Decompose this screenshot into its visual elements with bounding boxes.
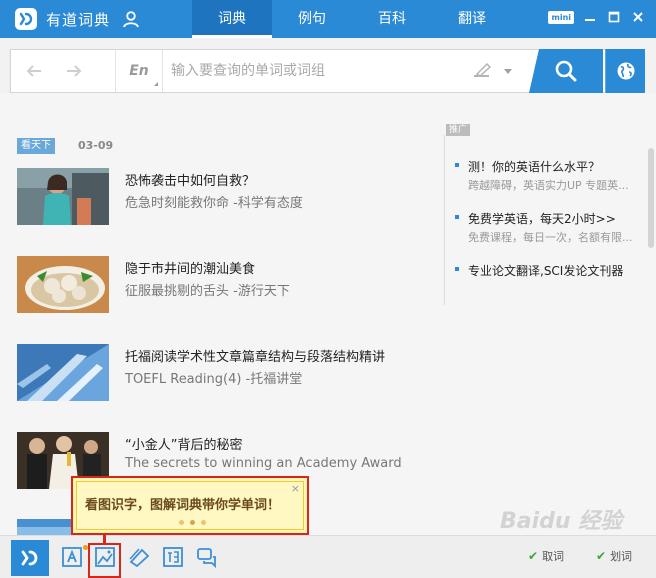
cards-icon (129, 548, 150, 568)
article-title: “小金人”背后的秘密 (125, 438, 243, 453)
popup-body: 看图识字，图解词典带你学单词！ × (76, 481, 304, 530)
bullet-icon (455, 215, 459, 219)
article-title: 恐怖袭击中如何自救？ (125, 174, 256, 189)
promo-title: 测！你的英语什么水平？ (468, 160, 601, 174)
pen-dropdown-caret-icon[interactable] (504, 69, 512, 74)
checkmark-icon: ✔ (528, 549, 539, 563)
column-divider (444, 135, 445, 305)
home-feed: 看天下 03-09 恐怖袭击中如何自救？ 危急时刻能救你命 -科学有态度 隐于市… (0, 93, 656, 535)
carousel-dot[interactable] (190, 520, 195, 525)
lookup-word-toggle[interactable]: ✔ 取词 (528, 548, 564, 564)
search-bar: En (10, 49, 645, 93)
bullet-icon (455, 267, 459, 271)
language-label: En (129, 63, 149, 79)
main-nav: 词典 例句 百科 翻译 (192, 0, 512, 38)
carousel-dot[interactable] (179, 520, 184, 525)
article-item[interactable]: 托福阅读学术性文章篇章结构与段落结构精讲 TOEFL Reading(4) -托… (17, 344, 437, 402)
bullet-icon (455, 163, 459, 167)
forward-arrow-icon[interactable] (65, 62, 83, 80)
promo-title: 专业论文翻译,SCI发论文刊器 (468, 264, 624, 278)
web-search-button[interactable] (605, 49, 645, 93)
article-thumbnail (17, 344, 109, 401)
window-controls: mini (548, 9, 646, 25)
tab-encyclopedia[interactable]: 百科 (352, 0, 432, 38)
globe-icon (617, 62, 634, 80)
article-thumbnail (17, 256, 109, 313)
promo-tag: 推广 (446, 124, 471, 136)
feed-tag: 看天下 (17, 138, 55, 154)
watermark: Baidu 经验 (500, 509, 623, 534)
bottom-toolbar: ✔ 取词 ✔ 划词 (0, 535, 656, 578)
feed-date: 03-09 (78, 139, 114, 152)
promo-title: 免费学英语，每天2小时>> (468, 212, 616, 226)
translate-tool-button[interactable] (160, 544, 186, 570)
home-button[interactable] (11, 540, 49, 576)
promo-item[interactable]: 测！你的英语什么水平？ 跨越障碍，英语实力UP 专题英... (455, 158, 645, 192)
popup-message: 看图识字，图解词典带你学单词！ (85, 498, 281, 513)
close-icon[interactable] (630, 9, 646, 25)
toggle-label: 取词 (542, 550, 565, 563)
language-selector[interactable]: En (115, 50, 163, 92)
popup-close-icon[interactable]: × (291, 482, 300, 495)
checkmark-icon: ✔ (596, 549, 607, 563)
word-book-icon (62, 547, 82, 567)
feature-tip-popup: 看图识字，图解词典带你学单词！ × (71, 476, 309, 535)
article-thumbnail (17, 168, 109, 225)
minimize-icon[interactable] (582, 9, 598, 25)
chat-icon (197, 548, 216, 568)
article-subtitle: TOEFL Reading(4) -托福讲堂 (125, 372, 303, 387)
search-button[interactable] (529, 49, 603, 93)
promo-subtitle: 免费课程，每日一次，名额有限... (468, 231, 633, 244)
translate-icon (163, 547, 183, 567)
chat-button[interactable] (194, 544, 220, 570)
article-subtitle: The secrets to winning an Academy Award (125, 456, 402, 471)
article-item[interactable]: 恐怖袭击中如何自救？ 危急时刻能救你命 -科学有态度 (17, 168, 437, 226)
article-title: 隐于市井间的潮汕美食 (125, 262, 256, 277)
maximize-icon[interactable] (606, 9, 622, 25)
word-book-button[interactable] (59, 544, 85, 570)
user-icon[interactable] (122, 10, 140, 28)
promo-subtitle: 跨越障碍，英语实力UP 专题英... (468, 179, 629, 192)
tab-examples[interactable]: 例句 (272, 0, 352, 38)
scrollbar[interactable] (648, 148, 654, 248)
article-item[interactable]: 隐于市井间的潮汕美食 征服最挑剔的舌头 -游行天下 (17, 256, 437, 314)
tab-translate[interactable]: 翻译 (432, 0, 512, 38)
select-word-toggle[interactable]: ✔ 划词 (596, 548, 632, 564)
back-arrow-icon[interactable] (25, 62, 43, 80)
promo-item[interactable]: 专业论文翻译,SCI发论文刊器 (455, 262, 645, 280)
youdao-logo-icon (15, 8, 37, 30)
language-caret-icon (154, 82, 158, 86)
carousel-dots (179, 520, 206, 525)
article-subtitle: 危急时刻能救你命 -科学有态度 (125, 196, 303, 211)
flashcards-button[interactable] (126, 544, 152, 570)
popup-connector (103, 535, 106, 543)
mini-mode-button[interactable]: mini (548, 10, 574, 24)
carousel-dot[interactable] (201, 520, 206, 525)
article-subtitle: 征服最挑剔的舌头 -游行天下 (125, 284, 290, 299)
promo-item[interactable]: 免费学英语，每天2小时>> 免费课程，每日一次，名额有限... (455, 210, 645, 244)
youdao-logo-icon (21, 550, 38, 566)
highlight-box (88, 543, 121, 578)
title-bar: 有道词典 词典 例句 百科 翻译 mini (0, 0, 656, 38)
app-title: 有道词典 (46, 11, 111, 29)
tab-dictionary[interactable]: 词典 (192, 0, 272, 38)
toggle-label: 划词 (610, 550, 633, 563)
search-icon (555, 60, 577, 82)
handwriting-pen-icon[interactable] (473, 62, 493, 80)
search-input[interactable] (171, 60, 461, 82)
article-title: 托福阅读学术性文章篇章结构与段落结构精讲 (125, 350, 386, 365)
